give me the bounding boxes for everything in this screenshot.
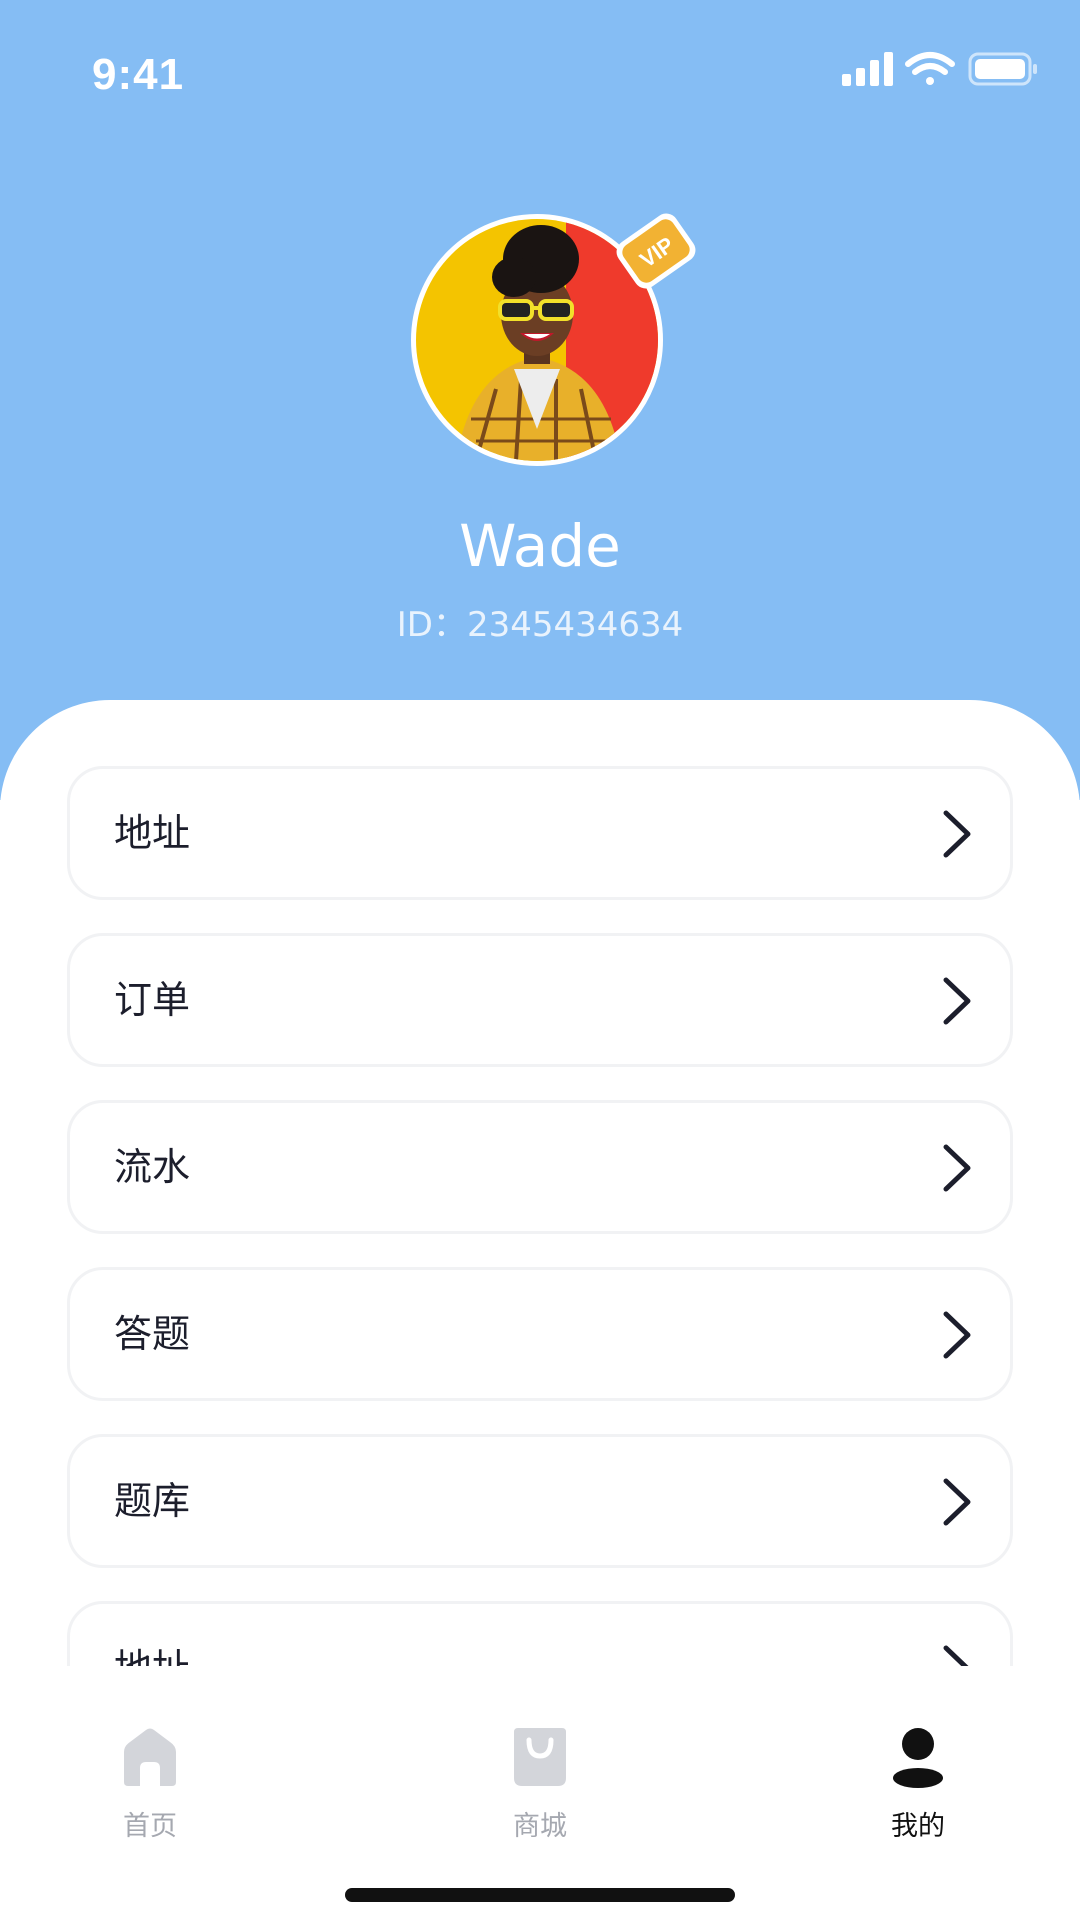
- tab-label: 我的: [891, 1811, 945, 1842]
- tab-mine[interactable]: 我的: [818, 1666, 1018, 1856]
- tab-bar: 首页 商城 我的: [0, 1666, 1080, 1920]
- status-time: 9:41: [92, 50, 185, 99]
- home-indicator[interactable]: [345, 1888, 735, 1902]
- status-icons: [842, 50, 1042, 90]
- vip-badge-icon: VIP: [607, 202, 705, 300]
- tab-shop[interactable]: 商城: [440, 1666, 640, 1856]
- menu-list[interactable]: 地址 订单 流水 答题 题库 地址: [0, 760, 1080, 1666]
- chevron-right-icon: [943, 1311, 971, 1359]
- tab-label: 商城: [513, 1811, 567, 1842]
- user-icon: [893, 1728, 943, 1788]
- menu-item-label: 地址: [114, 1604, 190, 1666]
- wifi-icon: [905, 52, 955, 85]
- user-id: ID：2345434634: [396, 605, 684, 645]
- avatar-container[interactable]: VIP: [411, 213, 696, 466]
- chevron-right-icon: [943, 1144, 971, 1192]
- chevron-right-icon: [943, 977, 971, 1025]
- chevron-right-icon: [943, 1645, 969, 1666]
- menu-item-quiz[interactable]: 答题: [67, 1267, 1013, 1401]
- chevron-right-icon: [943, 810, 971, 858]
- home-icon: [124, 1728, 176, 1786]
- menu-item-address-2[interactable]: 地址: [67, 1601, 1013, 1666]
- menu-item-label: 订单: [114, 978, 191, 1022]
- tab-home[interactable]: 首页: [50, 1666, 250, 1856]
- signal-icon: [842, 52, 893, 86]
- chevron-right-icon: [943, 1478, 971, 1526]
- menu-item-label: 题库: [114, 1479, 191, 1523]
- menu-item-transactions[interactable]: 流水: [67, 1100, 1013, 1234]
- tab-label: 首页: [123, 1811, 177, 1842]
- menu-item-orders[interactable]: 订单: [67, 933, 1013, 1067]
- menu-item-label: 流水: [114, 1145, 191, 1189]
- battery-icon: [968, 52, 1037, 86]
- menu-item-label: 地址: [114, 811, 191, 855]
- menu-item-question-bank[interactable]: 题库: [67, 1434, 1013, 1568]
- shopping-bag-icon: [514, 1728, 566, 1786]
- user-name: Wade: [459, 512, 621, 580]
- status-bar: 9:41: [0, 0, 1080, 140]
- menu-item-label: 答题: [114, 1312, 191, 1356]
- menu-item-address[interactable]: 地址: [67, 766, 1013, 900]
